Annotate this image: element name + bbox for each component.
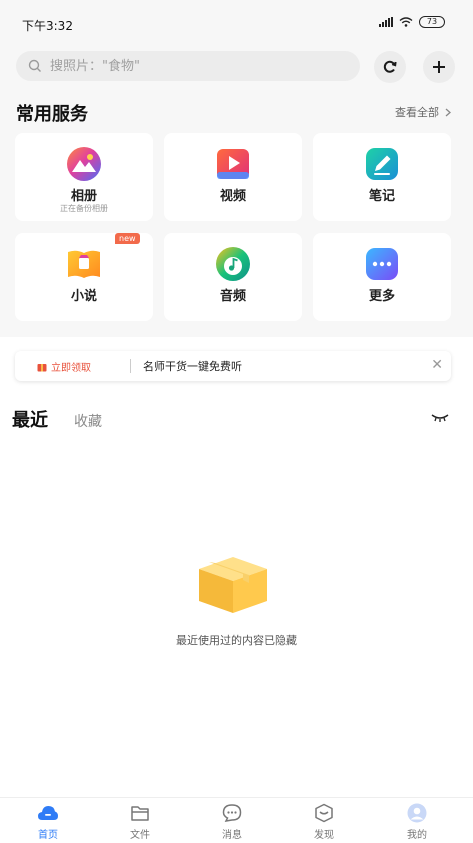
chat-bubble-icon — [222, 804, 242, 822]
service-tile-more[interactable]: 更多 — [313, 233, 451, 321]
service-tile-audio[interactable]: 音频 — [164, 233, 302, 321]
nav-item-files[interactable]: 文件 — [110, 803, 170, 841]
claim-now-label: 立即领取 — [51, 363, 91, 374]
nav-label: 发现 — [314, 830, 334, 841]
status-time: 下午3:32 — [22, 19, 73, 33]
nav-item-discover[interactable]: 发现 — [294, 803, 354, 841]
gift-icon — [37, 363, 47, 371]
nav-label: 我的 — [407, 830, 427, 841]
common-services-section: 常用服务 查看全部 相册 正在备份相册 视频 笔记 new 小说 音频 更多 — [0, 92, 473, 337]
nav-label: 消息 — [222, 830, 242, 841]
nav-item-messages[interactable]: 消息 — [202, 803, 262, 841]
service-label: 视频 — [219, 189, 246, 204]
nav-label: 文件 — [130, 830, 150, 841]
service-label: 小说 — [70, 289, 97, 304]
signal-icon — [379, 17, 393, 27]
nav-item-home[interactable]: 首页 — [18, 803, 78, 841]
banner-text: 名师干货一键免费听 — [143, 360, 242, 373]
service-label: 音频 — [219, 289, 246, 304]
home-screen: 下午3:32 73 搜照片："食物" 常用服务 查看全部 相册 正在备份相册 视… — [0, 0, 473, 843]
service-tile-video[interactable]: 视频 — [164, 133, 302, 221]
home-cloud-icon — [38, 806, 58, 820]
avatar — [407, 803, 427, 823]
folder-icon — [131, 806, 149, 821]
search-bar[interactable] — [16, 51, 360, 81]
empty-box-icon — [199, 557, 267, 613]
search-icon — [28, 59, 41, 72]
new-badge: new — [115, 233, 140, 244]
nav-label: 首页 — [38, 830, 58, 841]
tab-favorites[interactable]: 收藏 — [74, 411, 102, 431]
hide-eye-icon[interactable] — [431, 413, 449, 423]
audio-icon — [216, 247, 250, 281]
add-button[interactable] — [423, 51, 455, 83]
service-label: 更多 — [368, 289, 395, 304]
search-input[interactable] — [50, 51, 350, 81]
service-tile-notes[interactable]: 笔记 — [313, 133, 451, 221]
service-label: 相册 — [70, 189, 97, 204]
sync-icon — [383, 60, 397, 73]
discover-icon — [315, 803, 333, 823]
recent-tabs: 最近 收藏 — [12, 406, 102, 432]
notes-icon — [366, 148, 398, 180]
sync-button[interactable] — [374, 51, 406, 83]
nav-item-profile[interactable]: 我的 — [387, 803, 447, 841]
claim-now-link[interactable]: 立即领取 — [37, 359, 91, 374]
banner-divider — [130, 359, 131, 373]
novel-icon — [68, 250, 100, 278]
top-header — [0, 44, 473, 92]
service-tile-photos[interactable]: 相册 正在备份相册 — [15, 133, 153, 221]
section-title: 常用服务 — [16, 104, 88, 125]
status-bar: 下午3:32 73 — [0, 0, 473, 44]
tab-recent[interactable]: 最近 — [12, 406, 48, 432]
view-all-link[interactable]: 查看全部 — [395, 104, 451, 120]
status-indicators: 73 — [379, 16, 445, 28]
plus-icon — [433, 61, 445, 73]
empty-state-text: 最近使用过的内容已隐藏 — [176, 634, 297, 647]
bottom-nav: 首页 文件 消息 发现 我的 — [0, 797, 473, 843]
wifi-icon — [399, 17, 413, 27]
service-sublabel: 正在备份相册 — [60, 204, 108, 213]
view-all-label: 查看全部 — [395, 106, 439, 119]
service-tile-novel[interactable]: new 小说 — [15, 233, 153, 321]
promo-banner[interactable]: 立即领取 名师干货一键免费听 ✕ — [15, 351, 451, 381]
service-label: 笔记 — [368, 189, 395, 204]
close-icon[interactable]: ✕ — [431, 357, 443, 373]
photos-icon — [67, 147, 101, 181]
video-icon — [217, 149, 249, 179]
battery-icon: 73 — [419, 16, 445, 28]
chevron-right-icon — [445, 108, 451, 116]
more-icon — [366, 248, 398, 280]
